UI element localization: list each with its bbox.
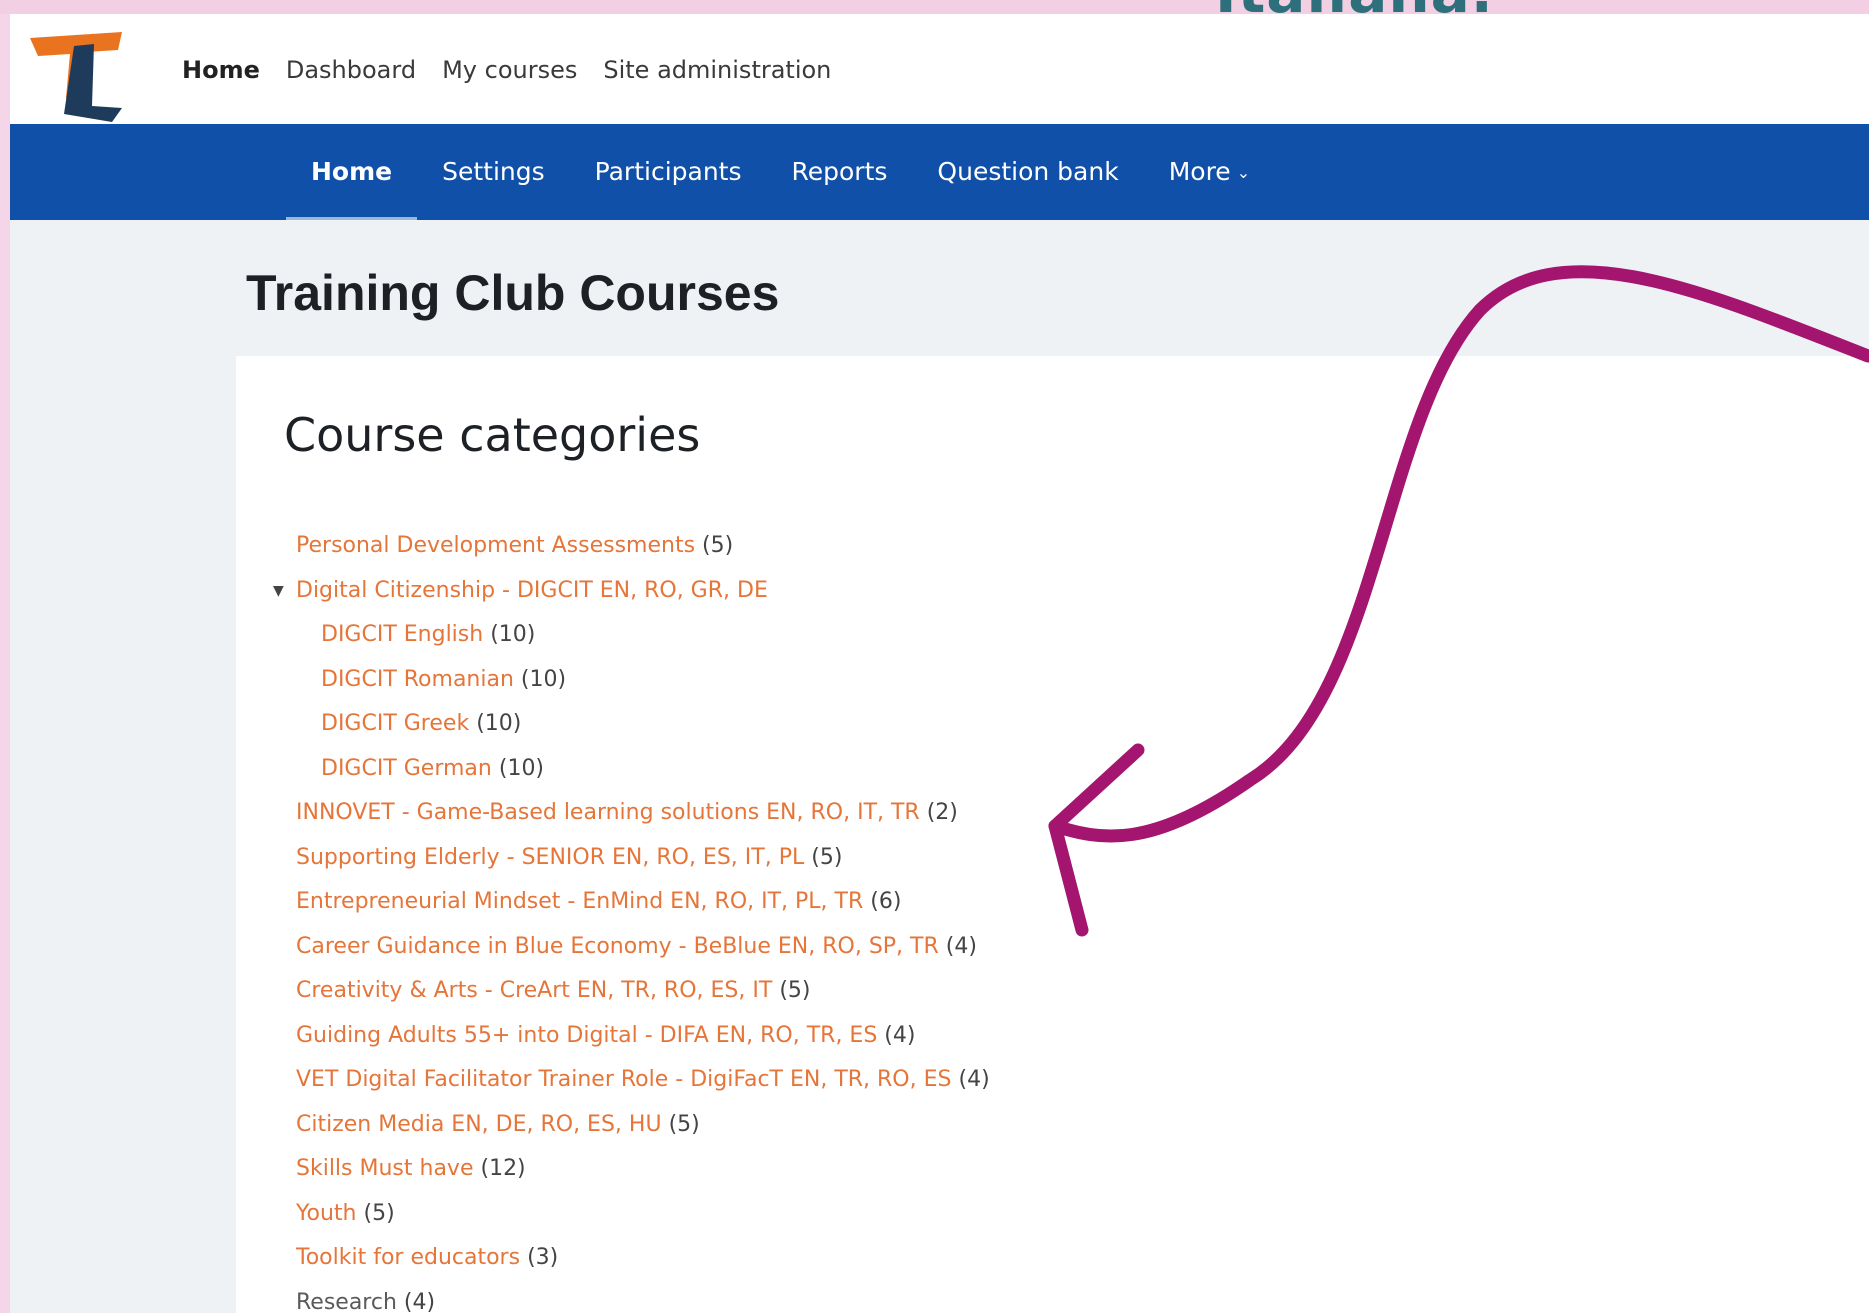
category-link[interactable]: Entrepreneurial Mindset - EnMind EN, RO,… [296,889,863,914]
primary-nav: Home Dashboard My courses Site administrati… [182,56,831,84]
category-item: Toolkit for educators (3) [296,1236,990,1281]
tab-more[interactable]: More ⌄ [1144,124,1275,220]
category-list: Personal Development Assessments (5) ▼ Dig… [273,524,990,1313]
top-navbar: Home Dashboard My courses Site administrati… [10,14,1869,124]
tab-reports[interactable]: Reports [767,124,913,220]
category-item: VET Digital Facilitator Trainer Role - D… [296,1058,990,1103]
category-item: DIGCIT English (10) [296,613,990,658]
category-count: (4) [884,1022,916,1048]
category-count: (10) [490,622,536,647]
tab-label: Home [311,157,393,186]
category-link[interactable]: DIGCIT Greek [321,711,469,736]
category-item: Personal Development Assessments (5) [296,524,990,569]
tab-settings[interactable]: Settings [417,124,570,220]
category-link[interactable]: INNOVET - Game-Based learning solutions … [296,800,920,825]
nav-link-my-courses[interactable]: My courses [442,56,577,84]
category-link[interactable]: Creativity & Arts - CreArt EN, TR, RO, E… [296,978,772,1003]
page-title: Training Club Courses [246,265,780,321]
tab-label: More [1168,157,1231,186]
background-band [0,0,1869,14]
category-link[interactable]: Youth [296,1201,357,1226]
tab-label: Question bank [937,157,1119,186]
category-link[interactable]: Supporting Elderly - SENIOR EN, RO, ES, … [296,845,804,870]
tab-label: Settings [442,157,545,186]
category-item: INNOVET - Game-Based learning solutions … [296,791,990,836]
category-item: Creativity & Arts - CreArt EN, TR, RO, E… [296,969,990,1014]
browser-page: Home Dashboard My courses Site administrati… [10,14,1869,1313]
category-count: (3) [527,1245,559,1270]
tab-home[interactable]: Home [286,124,418,220]
category-item: Guiding Adults 55+ into Digital - DIFA E… [296,1014,990,1059]
category-count: (10) [520,666,567,692]
category-count: (5) [363,1200,395,1226]
category-count: (5) [702,533,734,558]
category-link[interactable]: Skills Must have [296,1156,473,1181]
category-count: (5) [811,844,843,870]
category-link[interactable]: Career Guidance in Blue Economy - BeBlue… [296,934,939,959]
tab-label: Reports [791,157,888,186]
tc-logo-icon[interactable] [22,28,132,124]
tab-participants[interactable]: Participants [570,124,767,220]
category-link[interactable]: Citizen Media EN, DE, RO, ES, HU [296,1112,662,1137]
category-item: DIGCIT Romanian (10) [296,658,990,703]
category-item: ▼ Digital Citizenship - DIGCIT EN, RO, GR… [273,569,990,614]
category-link[interactable]: DIGCIT Romanian [321,667,514,692]
category-count: (12) [480,1156,526,1181]
category-item: Research (4) [296,1281,990,1313]
category-item: Citizen Media EN, DE, RO, ES, HU (5) [296,1103,990,1148]
category-item: Entrepreneurial Mindset - EnMind EN, RO,… [296,880,990,925]
category-link[interactable]: Research [296,1290,397,1313]
category-count: (5) [779,978,811,1003]
secondary-nav: Home Settings Participants Reports Question … [10,124,1869,220]
category-count: (6) [870,889,902,914]
category-count: (4) [403,1289,436,1313]
card-title: Course categories [284,408,701,462]
category-link[interactable]: DIGCIT German [321,756,492,781]
course-categories-card: Course categories Personal Development A… [236,356,1869,1313]
nav-link-site-administration[interactable]: Site administration [603,56,831,84]
category-count: (5) [668,1111,700,1137]
caret-down-icon[interactable]: ▼ [273,569,284,614]
category-link[interactable]: Guiding Adults 55+ into Digital - DIFA E… [296,1023,877,1048]
nav-link-dashboard[interactable]: Dashboard [286,56,416,84]
nav-link-home[interactable]: Home [182,56,260,84]
category-count: (4) [945,933,977,959]
category-item: DIGCIT German (10) [296,747,990,792]
category-count: (2) [926,800,958,825]
category-item: Youth (5) [296,1192,990,1237]
category-count: (10) [476,711,522,736]
tab-question-bank[interactable]: Question bank [912,124,1143,220]
category-count: (4) [958,1067,990,1092]
category-item: DIGCIT Greek (10) [296,702,990,747]
category-item: Career Guidance in Blue Economy - BeBlue… [296,925,990,970]
chevron-down-icon: ⌄ [1236,163,1251,182]
category-link[interactable]: Digital Citizenship - DIGCIT EN, RO, GR,… [296,578,768,603]
category-item: Skills Must have (12) [296,1147,990,1192]
tab-label: Participants [594,157,742,186]
category-item: Supporting Elderly - SENIOR EN, RO, ES, … [296,836,990,881]
category-link[interactable]: Toolkit for educators [296,1245,520,1270]
category-link[interactable]: VET Digital Facilitator Trainer Role - D… [296,1067,951,1092]
category-link[interactable]: DIGCIT English [321,622,483,647]
category-count: (10) [498,755,545,781]
category-link[interactable]: Personal Development Assessments [296,533,695,558]
